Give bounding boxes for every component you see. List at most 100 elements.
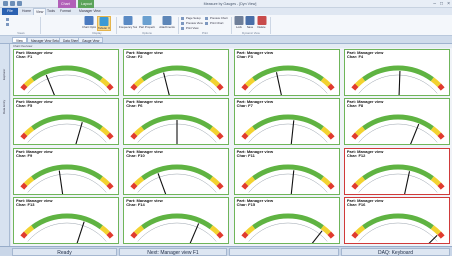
- gauge-zone-yellow: [244, 126, 255, 137]
- gauge-char-label: Char: F6: [126, 103, 143, 109]
- tabular-view-button[interactable]: Tabular View: [97, 16, 111, 31]
- gauge-zone-yellow: [354, 175, 366, 186]
- gauge-inner-ring: [137, 173, 217, 193]
- frequency-summary-button[interactable]: Frequency Summary: [119, 16, 137, 31]
- gauge-inner-ring: [137, 222, 217, 242]
- gauge-zone-red: [240, 83, 249, 91]
- gauge-panel[interactable]: Part: Manager view Char: F9: [13, 147, 119, 195]
- gauge-zone-red: [130, 231, 138, 239]
- close-icon[interactable]: ×: [447, 1, 450, 7]
- delete-button[interactable]: Delete: [256, 16, 267, 31]
- gauge-zone-yellow: [320, 77, 331, 88]
- gauge-panel[interactable]: Part: Manager view Char: F15: [233, 196, 340, 244]
- gauge-zone-green: [251, 65, 324, 82]
- app-window: Chart Tools Layout Measure by Gauges - […: [0, 0, 452, 256]
- tab-home[interactable]: Home: [20, 8, 33, 15]
- gauge-zone-red: [106, 132, 114, 140]
- gauge-panel[interactable]: Part: Manager view Char: F16: [343, 196, 450, 244]
- gauge-zone-red: [327, 182, 335, 190]
- gauge-zone-red: [240, 182, 249, 190]
- part-properties-button[interactable]: Part Properties: [139, 16, 155, 31]
- gauge-inner-ring: [358, 124, 438, 143]
- gauge-zone-red: [106, 83, 114, 91]
- gauge-zone-yellow: [134, 225, 145, 235]
- side-panel: Explorer Data Entry: [0, 44, 10, 246]
- ribbon-separator: [231, 17, 232, 34]
- gauge-panel[interactable]: Part: Manager view Char: F4: [343, 49, 450, 96]
- side-tab-explorer[interactable]: Explorer: [2, 50, 8, 80]
- gauge-zone-yellow: [210, 77, 221, 88]
- window-controls: – □ ×: [433, 1, 450, 7]
- save-icon[interactable]: [10, 1, 15, 6]
- tab-tools[interactable]: Tools: [45, 8, 57, 15]
- gauge-zone-yellow: [430, 77, 441, 88]
- page-setup-button[interactable]: Page Setup: [181, 16, 203, 20]
- gauge-panel[interactable]: Part: Manager view Char: F7: [233, 98, 340, 146]
- file-tab[interactable]: File: [2, 8, 18, 15]
- print-chart-button[interactable]: Print Chart: [205, 21, 229, 25]
- side-tab-data-entry[interactable]: Data Entry: [2, 84, 8, 114]
- gauge-panel[interactable]: Part: Manager view Char: F12: [343, 147, 450, 195]
- undo-icon[interactable]: [17, 1, 22, 6]
- gauge-panel[interactable]: Part: Manager view Char: F2: [123, 49, 230, 96]
- maximize-icon[interactable]: □: [440, 1, 443, 7]
- status-ready: Ready: [12, 248, 117, 256]
- preview-view-button[interactable]: Preview View: [181, 21, 203, 25]
- attachments-button[interactable]: Attachments: [158, 16, 176, 31]
- chart-options-button[interactable]: Chart Options: [82, 16, 96, 31]
- part-properties-icon: [142, 16, 152, 25]
- views-option[interactable]: [6, 22, 36, 26]
- gauge-zone-red: [216, 231, 224, 239]
- gauge-zone-yellow: [244, 77, 255, 88]
- tab-manager-view[interactable]: Manager View: [77, 8, 103, 15]
- context-tab-chart-tools[interactable]: Chart Tools: [58, 0, 76, 14]
- context-tab-layout[interactable]: Layout: [78, 0, 94, 8]
- lock-button[interactable]: Lock: [234, 16, 244, 31]
- gauge-zone-red: [20, 83, 28, 91]
- gauge-zone-yellow: [99, 77, 111, 88]
- gauge-zone-green: [362, 114, 434, 131]
- gauge-grid: Part: Manager view Char: F1 Part: Manager …: [13, 49, 450, 245]
- tab-format[interactable]: Format: [58, 8, 73, 15]
- gauge-char-label: Char: F10: [126, 152, 145, 158]
- gauge-zone-red: [351, 231, 359, 239]
- gauge-zone-yellow: [134, 77, 145, 88]
- gauge-panel[interactable]: Part: Manager view Char: F6: [123, 98, 230, 146]
- preview-chart-button[interactable]: Preview Chart: [205, 16, 229, 20]
- gauge-zone-green: [251, 114, 324, 131]
- gauge-zone-yellow: [210, 225, 221, 235]
- save-button[interactable]: Save: [245, 16, 255, 31]
- gauge-zone-yellow: [99, 126, 111, 137]
- gauge-zone-green: [362, 65, 434, 82]
- window-title: Measure by Gauges - [Dyn View]: [203, 2, 257, 6]
- gauge-char-label: Char: F15: [236, 202, 256, 208]
- gauge-panel[interactable]: Part: Manager view Char: F1: [13, 49, 119, 96]
- gauge-panel[interactable]: Part: Manager view Char: F3: [233, 49, 340, 96]
- gauge-zone-yellow: [244, 225, 255, 235]
- doc-tab-gauge-view[interactable]: Gauge View: [78, 37, 104, 43]
- gauge-zone-yellow: [320, 175, 331, 186]
- gauge-zone-red: [130, 83, 138, 91]
- gauge-inner-ring: [358, 173, 438, 193]
- gauge-panel[interactable]: Part: Manager view Char: F11: [233, 147, 340, 195]
- gauge-zone-red: [437, 83, 445, 91]
- gauge-panel[interactable]: Part: Manager view Char: F14: [123, 196, 230, 244]
- gauge-zone-red: [20, 231, 28, 239]
- gauge-char-label: Char: F1: [16, 54, 33, 60]
- gauge-zone-yellow: [430, 126, 441, 137]
- document-tabs: View Manager View Setup Data Sheet Gauge…: [0, 36, 452, 44]
- lock-icon: [234, 16, 244, 25]
- ribbon-separator: [40, 17, 41, 34]
- gauge-panel[interactable]: Part: Manager view Char: F8: [343, 98, 450, 146]
- gauge-panel[interactable]: Part: Manager view Char: F5: [13, 98, 119, 146]
- doc-tab-view[interactable]: View: [12, 37, 27, 43]
- gauge-panel[interactable]: Part: Manager view Char: F13: [13, 196, 119, 244]
- minimize-icon[interactable]: –: [433, 1, 436, 7]
- print-view-button[interactable]: Print View: [181, 26, 203, 30]
- gauge-zone-red: [130, 182, 138, 190]
- gauge-panel[interactable]: Part: Manager view Char: F10: [123, 147, 230, 195]
- views-option[interactable]: [6, 17, 36, 21]
- ribbon-separator: [270, 17, 271, 34]
- group-label-print: Print: [202, 31, 208, 35]
- app-icon: [3, 1, 8, 6]
